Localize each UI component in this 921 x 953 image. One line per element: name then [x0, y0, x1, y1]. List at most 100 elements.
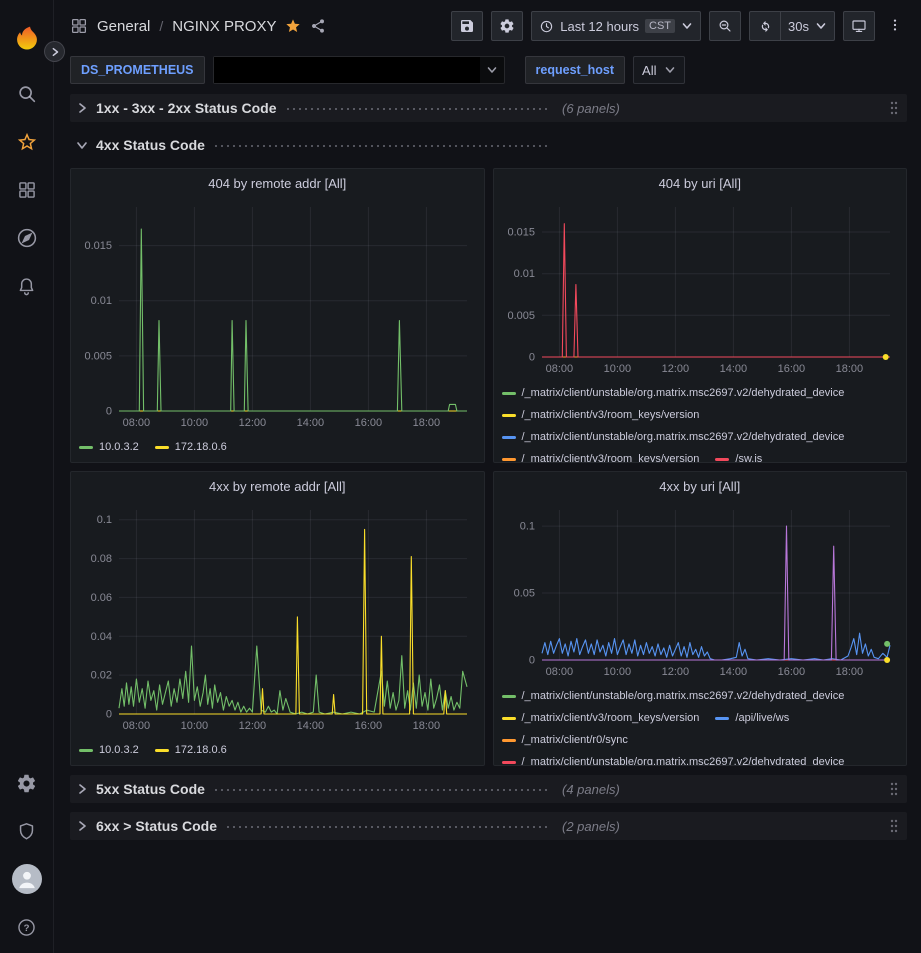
- panel-legend: /_matrix/client/unstable/org.matrix.msc2…: [494, 381, 907, 462]
- dashboard-row-header-4xx[interactable]: 4xx Status Code: [70, 131, 907, 159]
- legend-item[interactable]: /sw.js: [715, 449, 762, 462]
- variable-label-request-host[interactable]: request_host: [525, 56, 626, 84]
- legend-item[interactable]: 172.18.0.6: [155, 437, 227, 458]
- dashboard-row-header-5xx[interactable]: 5xx Status Code (4 panels): [70, 775, 907, 803]
- legend-item[interactable]: 10.0.3.2: [79, 437, 139, 458]
- x-axis-tick-label: 16:00: [355, 720, 383, 732]
- time-series-plot[interactable]: 08:0010:0012:0014:0016:0018:0000.050.1: [502, 500, 898, 684]
- legend-item[interactable]: /_matrix/client/v3/room_keys/version: [502, 708, 700, 729]
- person-icon: [14, 866, 40, 892]
- sidebar-item-alerting[interactable]: [0, 262, 54, 310]
- variable-label-ds-prometheus[interactable]: DS_PROMETHEUS: [70, 56, 205, 84]
- search-icon: [16, 83, 38, 105]
- row-drag-handle[interactable]: [889, 818, 899, 834]
- sidebar-item-starred[interactable]: [0, 118, 54, 166]
- refresh-button[interactable]: [749, 11, 781, 41]
- x-axis-tick-label: 14:00: [719, 666, 747, 678]
- x-axis-tick-label: 18:00: [413, 720, 441, 732]
- favorite-star-icon[interactable]: [285, 18, 301, 34]
- save-dashboard-button[interactable]: [451, 11, 483, 41]
- legend-label: /api/live/ws: [735, 708, 789, 729]
- share-icon[interactable]: [310, 18, 326, 34]
- panel-title[interactable]: 4xx by remote addr [All]: [71, 472, 484, 500]
- legend-item[interactable]: /_matrix/client/unstable/org.matrix.msc2…: [502, 752, 845, 765]
- y-axis-tick-label: 0.1: [519, 521, 534, 533]
- clock-icon: [539, 19, 554, 34]
- row-drag-handle[interactable]: [889, 100, 899, 116]
- dashboard-settings-button[interactable]: [491, 11, 523, 41]
- time-series-plot[interactable]: 08:0010:0012:0014:0016:0018:0000.0050.01…: [502, 197, 898, 381]
- breadcrumb-section[interactable]: General: [97, 18, 150, 35]
- sidebar-expand-button[interactable]: [44, 41, 65, 62]
- x-axis-tick-label: 08:00: [123, 417, 151, 429]
- legend-item[interactable]: /_matrix/client/unstable/org.matrix.msc2…: [502, 383, 845, 404]
- series-point-marker: [884, 657, 890, 663]
- row-panel-count: (6 panels): [562, 101, 620, 116]
- help-icon: ?: [16, 917, 37, 938]
- legend-label: 10.0.3.2: [99, 740, 139, 761]
- variable-value-ds-prometheus[interactable]: [213, 56, 505, 84]
- legend-swatch: [502, 717, 516, 720]
- panel-4xx-by-remote-addr: 4xx by remote addr [All] 08:0010:0012:00…: [70, 471, 485, 766]
- row-drag-handle[interactable]: [889, 781, 899, 797]
- sidebar-item-dashboards[interactable]: [0, 166, 54, 214]
- sidebar-item-search[interactable]: [0, 70, 54, 118]
- toolbar-actions: Last 12 hours CST: [451, 11, 907, 41]
- kebab-menu-icon: [887, 16, 903, 34]
- x-axis-tick-label: 10:00: [603, 363, 631, 375]
- panel-title[interactable]: 4xx by uri [All]: [494, 472, 907, 500]
- time-series-plot[interactable]: 08:0010:0012:0014:0016:0018:0000.020.040…: [79, 500, 475, 738]
- sidebar-item-help[interactable]: ?: [0, 903, 54, 951]
- legend-item[interactable]: /api/live/ws: [715, 708, 789, 729]
- legend-item[interactable]: /_matrix/client/unstable/org.matrix.msc2…: [502, 427, 845, 448]
- legend-label: /_matrix/client/v3/room_keys/version: [522, 405, 700, 426]
- refresh-picker: 30s: [749, 11, 835, 41]
- y-axis-tick-label: 0.005: [84, 350, 112, 362]
- row-panel-count: (2 panels): [562, 819, 620, 834]
- dashboard-title[interactable]: NGINX PROXY: [172, 18, 276, 35]
- grafana-app: ? General / NGINX PROXY: [0, 0, 921, 953]
- chevron-right-icon: [76, 820, 88, 832]
- legend-label: /_matrix/client/unstable/org.matrix.msc2…: [522, 383, 845, 404]
- tv-mode-button[interactable]: [843, 11, 875, 41]
- more-options-menu[interactable]: [883, 16, 907, 37]
- x-axis-tick-label: 14:00: [297, 720, 325, 732]
- variable-value-request-host[interactable]: All: [633, 56, 685, 84]
- chevron-down-icon: [681, 20, 693, 32]
- panel-title[interactable]: 404 by remote addr [All]: [71, 169, 484, 197]
- panel-4xx-by-uri: 4xx by uri [All] 08:0010:0012:0014:0016:…: [493, 471, 908, 766]
- dashboard-row-header-1xx[interactable]: 1xx - 3xx - 2xx Status Code (6 panels): [70, 94, 907, 122]
- zoom-out-icon: [717, 18, 733, 34]
- legend-item[interactable]: 172.18.0.6: [155, 740, 227, 761]
- legend-label: 172.18.0.6: [175, 437, 227, 458]
- gear-icon: [16, 773, 37, 794]
- x-axis-tick-label: 14:00: [719, 363, 747, 375]
- time-range-picker[interactable]: Last 12 hours CST: [531, 11, 701, 41]
- legend-item[interactable]: /_matrix/client/r0/sync: [502, 730, 628, 751]
- panel-title[interactable]: 404 by uri [All]: [494, 169, 907, 197]
- chevron-right-icon: [76, 102, 88, 114]
- x-axis-tick-label: 08:00: [545, 666, 573, 678]
- sidebar-item-configuration[interactable]: [0, 759, 54, 807]
- breadcrumb: General / NGINX PROXY: [70, 17, 326, 35]
- legend-item[interactable]: /_matrix/client/v3/room_keys/version: [502, 449, 700, 462]
- time-series-plot[interactable]: 08:0010:0012:0014:0016:0018:0000.0050.01…: [79, 197, 475, 435]
- sidebar-item-explore[interactable]: [0, 214, 54, 262]
- legend-label: /sw.js: [735, 449, 762, 462]
- chevron-down-icon: [76, 139, 88, 151]
- zoom-out-time-button[interactable]: [709, 11, 741, 41]
- top-navbar: General / NGINX PROXY: [54, 0, 921, 52]
- legend-label: /_matrix/client/v3/room_keys/version: [522, 708, 700, 729]
- legend-item[interactable]: /_matrix/client/v3/room_keys/version: [502, 405, 700, 426]
- y-axis-tick-label: 0: [528, 655, 534, 667]
- variable-selected-value: All: [642, 63, 656, 78]
- legend-swatch: [502, 695, 516, 698]
- sidebar-item-profile[interactable]: [0, 855, 54, 903]
- legend-item[interactable]: 10.0.3.2: [79, 740, 139, 761]
- sidebar-item-server-admin[interactable]: [0, 807, 54, 855]
- dashboard-row-header-6xx[interactable]: 6xx > Status Code (2 panels): [70, 812, 907, 840]
- chevron-down-icon: [815, 20, 827, 32]
- refresh-interval-dropdown[interactable]: 30s: [781, 11, 835, 41]
- legend-swatch: [155, 446, 169, 449]
- legend-item[interactable]: /_matrix/client/unstable/org.matrix.msc2…: [502, 686, 845, 707]
